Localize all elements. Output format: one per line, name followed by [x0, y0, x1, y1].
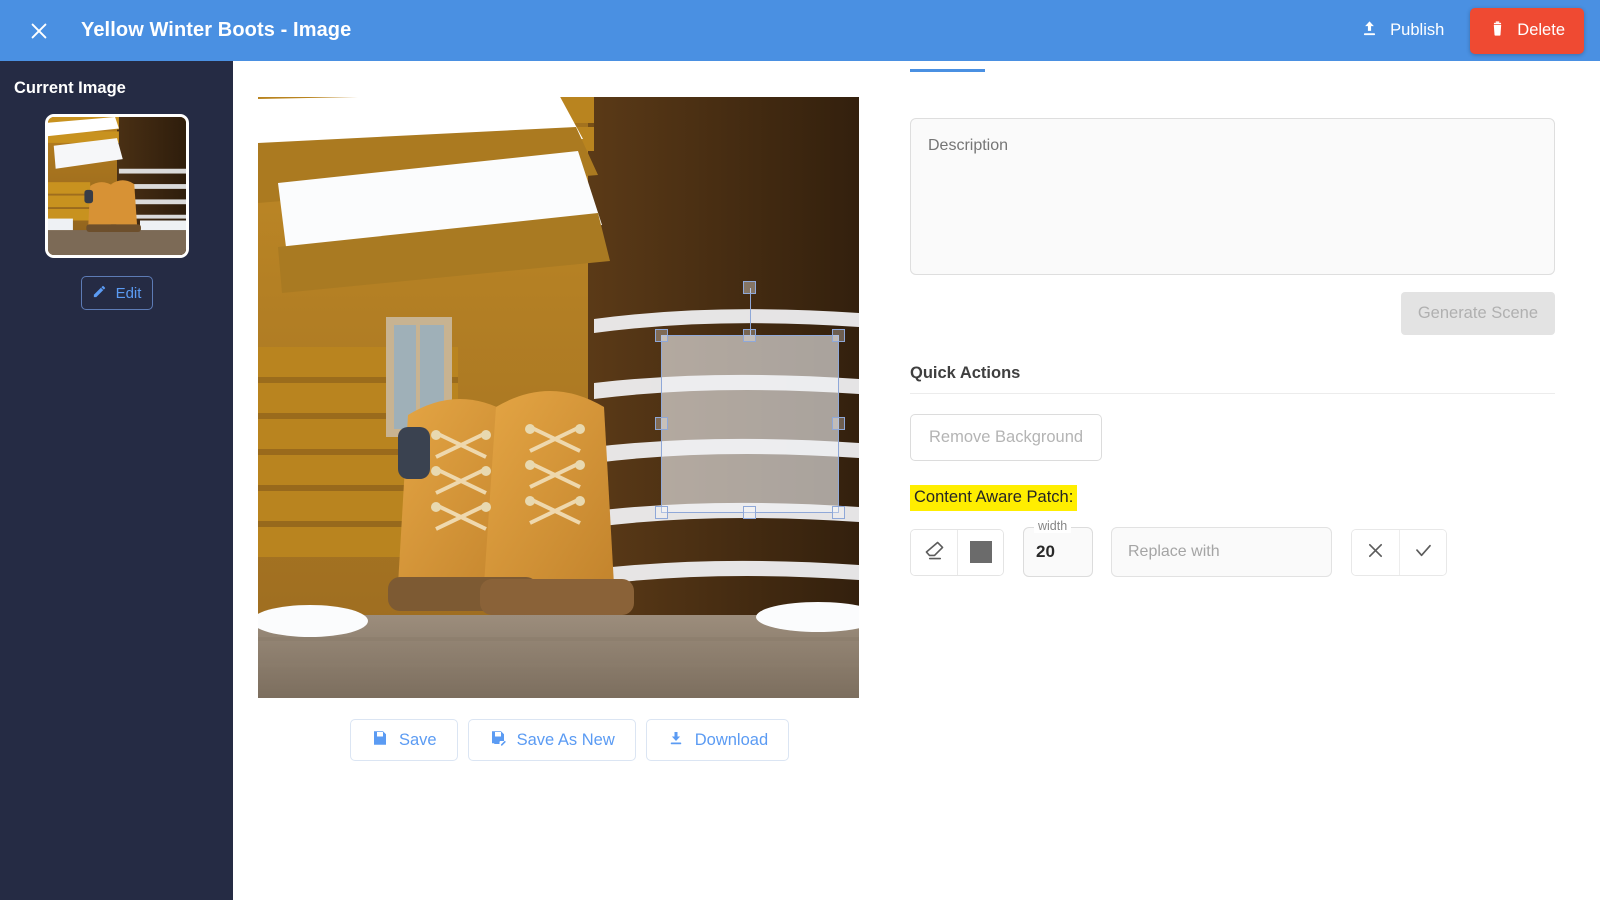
image-canvas[interactable] [258, 97, 859, 698]
upload-icon [1360, 19, 1379, 43]
thumbnail-image [47, 117, 186, 255]
edit-image-button[interactable]: Edit [80, 276, 153, 310]
quick-actions-title: Quick Actions [910, 364, 1021, 382]
content-aware-patch-label: Content Aware Patch: [910, 485, 1078, 511]
resize-handle-e[interactable] [832, 417, 845, 430]
publish-label: Publish [1390, 21, 1445, 39]
resize-handle-w[interactable] [655, 417, 668, 430]
page-title: Yellow Winter Boots - Image [81, 19, 352, 41]
width-field[interactable]: width 20 [1023, 519, 1093, 577]
patch-confirm-group [1351, 528, 1447, 576]
color-swatch-button[interactable] [957, 529, 1003, 575]
close-icon[interactable] [22, 14, 56, 48]
download-button[interactable]: Download [645, 719, 790, 761]
cancel-patch-button[interactable] [1352, 529, 1399, 575]
replace-with-input[interactable] [1111, 527, 1332, 577]
current-image-thumbnail[interactable] [44, 114, 189, 258]
download-label: Download [694, 730, 769, 749]
resize-handle-ne[interactable] [832, 329, 845, 342]
app-header: Yellow Winter Boots - Image Publish Dele… [0, 0, 1600, 61]
right-panel: Edit Browse Results Generate Scene Quick… [910, 0, 1570, 577]
quick-actions-divider [910, 393, 1555, 394]
save-label: Save [399, 730, 437, 749]
save-as-new-label: Save As New [516, 730, 615, 749]
pencil-icon [92, 284, 107, 303]
selection-box[interactable] [655, 281, 845, 519]
width-legend: width [1034, 519, 1072, 533]
apply-patch-button[interactable] [1399, 529, 1446, 575]
save-icon [371, 729, 389, 752]
sidebar-title: Current Image [14, 79, 126, 97]
generate-scene-button[interactable]: Generate Scene [1400, 292, 1555, 335]
trash-icon [1489, 19, 1506, 43]
eraser-icon [923, 539, 946, 565]
remove-background-button[interactable]: Remove Background [910, 414, 1103, 461]
publish-button[interactable]: Publish [1346, 10, 1458, 52]
download-icon [667, 729, 685, 752]
check-icon [1413, 540, 1434, 564]
rotate-handle[interactable] [743, 281, 756, 294]
resize-handle-n[interactable] [743, 329, 756, 342]
delete-label: Delete [1517, 21, 1565, 39]
content-aware-patch-toolbar: width 20 [910, 519, 1570, 577]
close-icon [1365, 540, 1386, 564]
color-swatch-icon [969, 541, 992, 563]
save-as-new-button[interactable]: Save As New [467, 719, 636, 761]
sidebar: Current Image Edit [0, 61, 233, 900]
generate-scene-row: Generate Scene [910, 292, 1555, 335]
image-editor-app: Yellow Winter Boots - Image Publish Dele… [0, 0, 1600, 900]
patch-tool-group [910, 528, 1004, 576]
resize-handle-se[interactable] [832, 506, 845, 519]
description-input[interactable] [910, 118, 1555, 275]
resize-handle-s[interactable] [743, 506, 756, 519]
width-value: 20 [1036, 542, 1055, 561]
save-button[interactable]: Save [350, 719, 458, 761]
save-as-new-icon [489, 729, 507, 752]
delete-button[interactable]: Delete [1470, 7, 1584, 54]
resize-handle-sw[interactable] [655, 506, 668, 519]
eraser-tool-button[interactable] [911, 529, 957, 575]
edit-label: Edit [115, 284, 142, 302]
image-action-row: Save Save As New Download [350, 719, 790, 761]
resize-handle-nw[interactable] [655, 329, 668, 342]
